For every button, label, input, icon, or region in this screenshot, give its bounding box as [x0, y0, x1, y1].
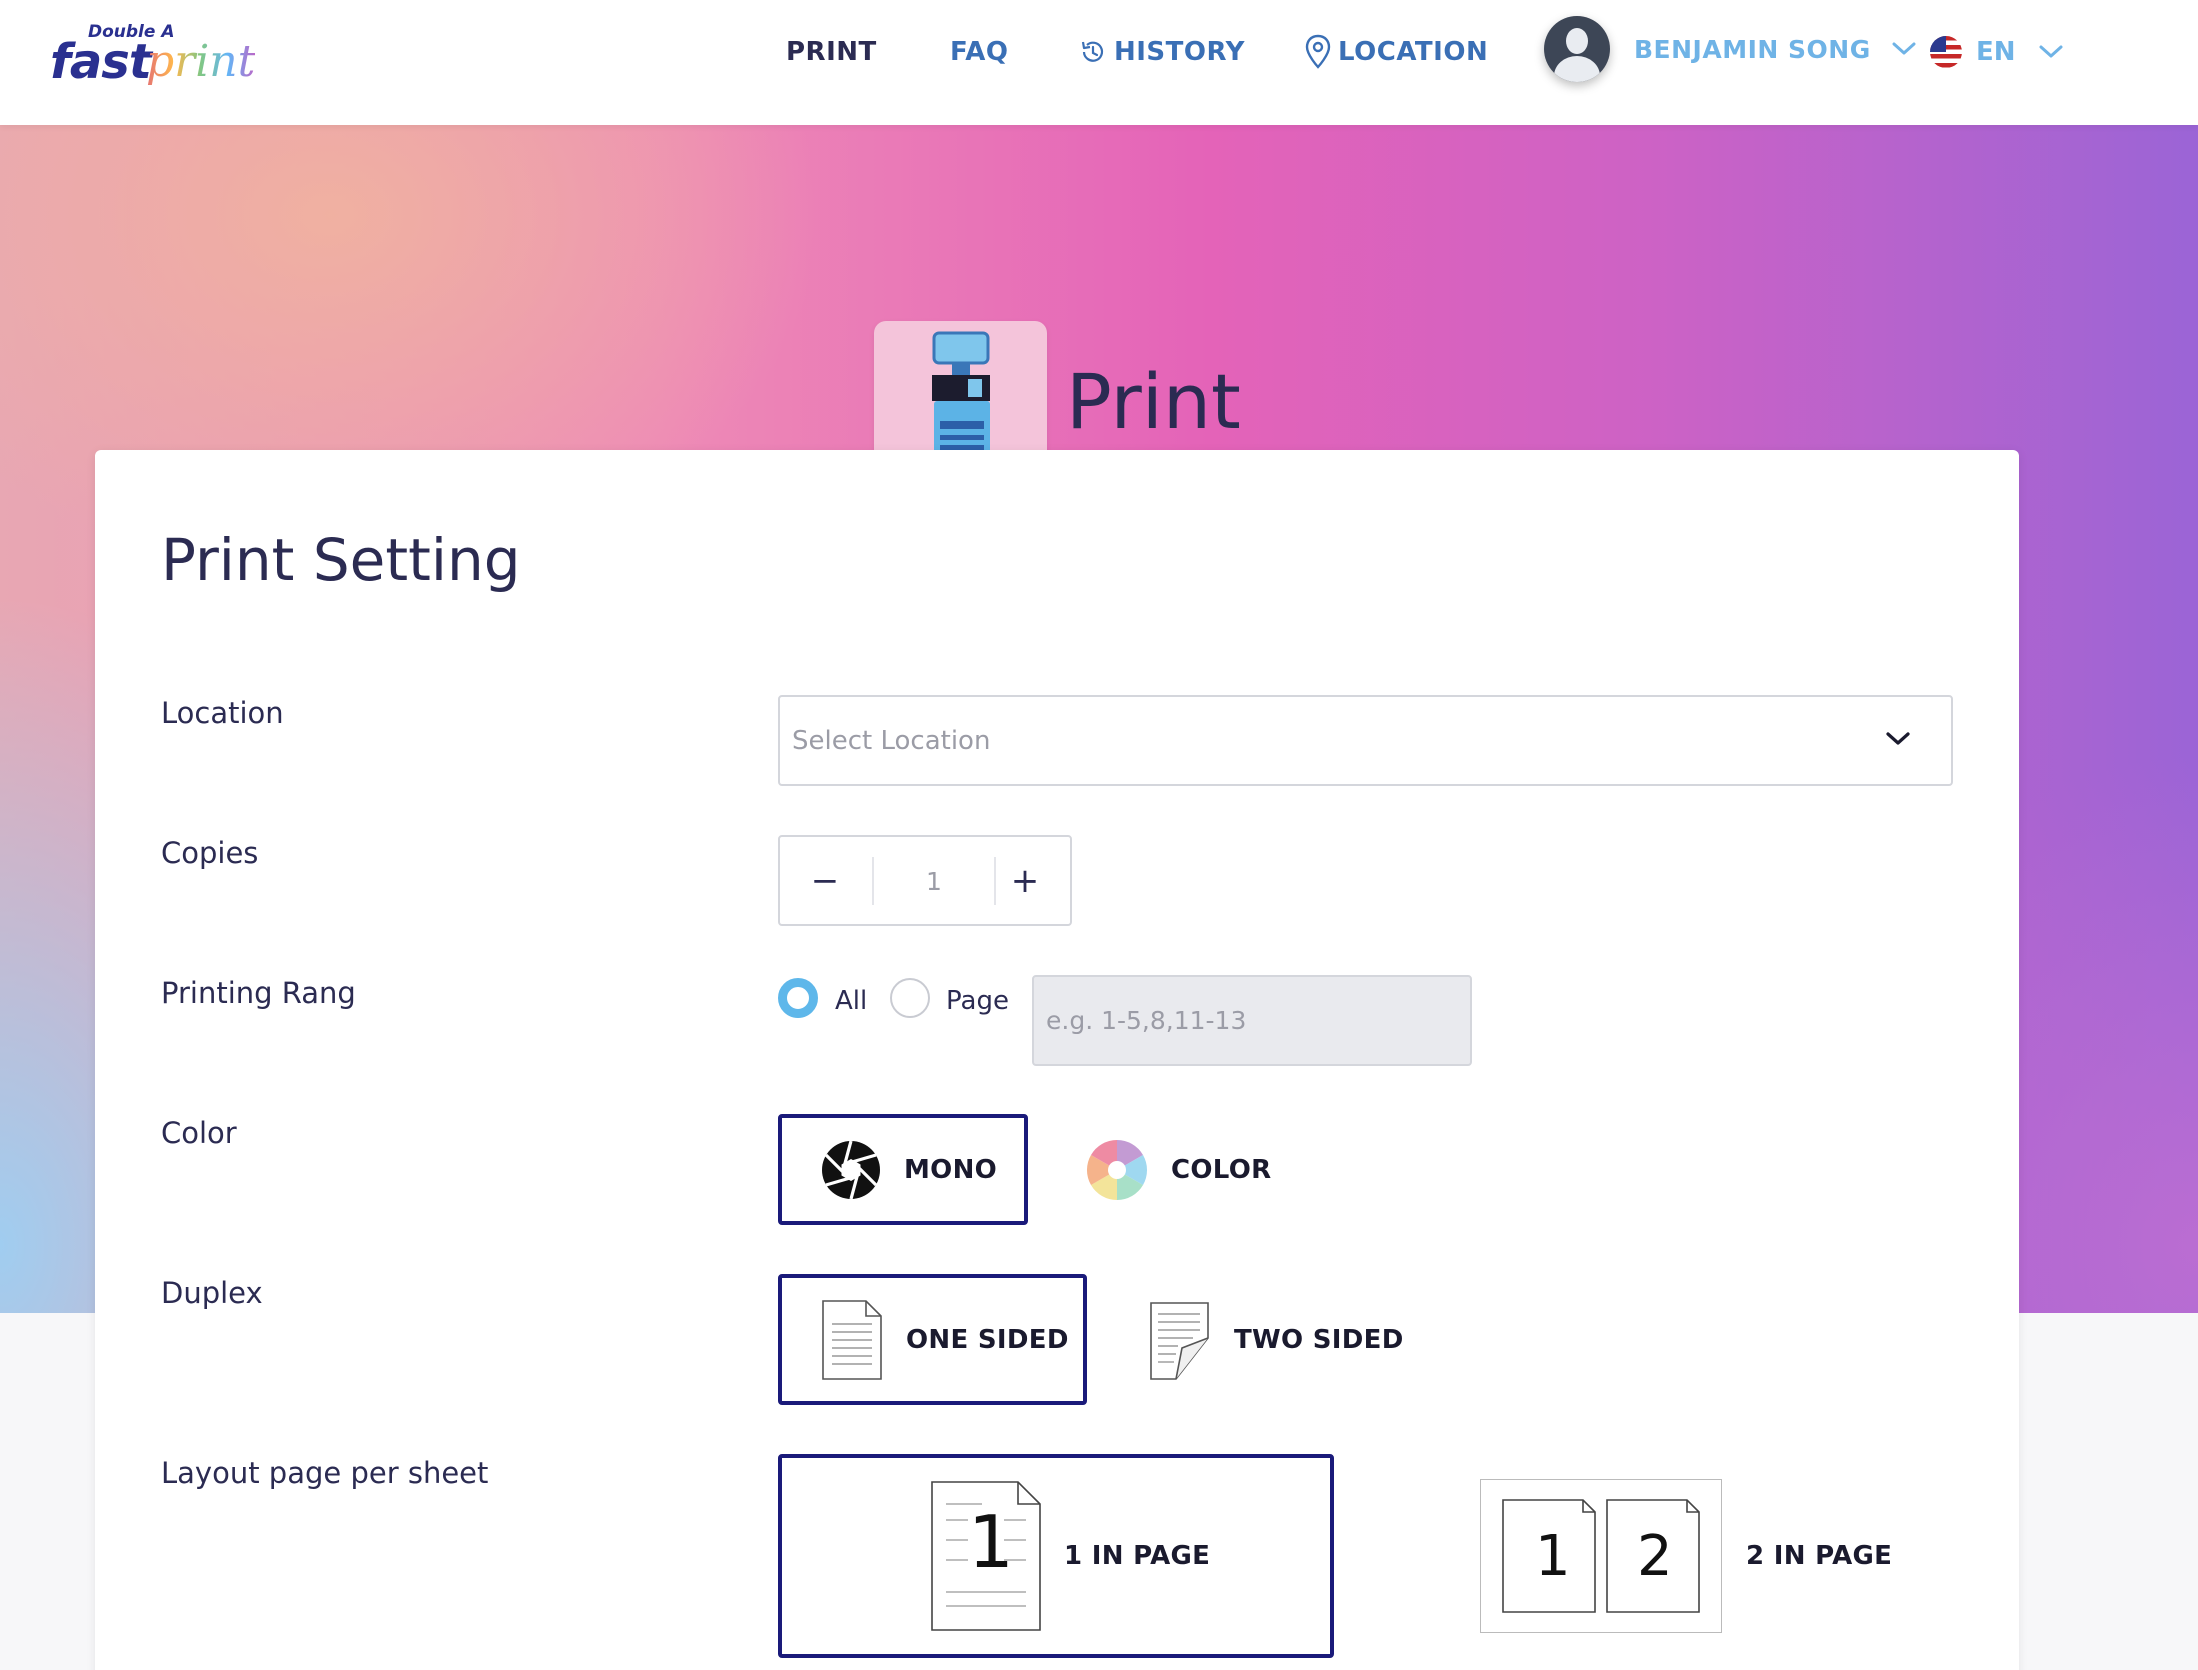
- nav-location-link[interactable]: LOCATION: [1304, 34, 1488, 70]
- language-selector[interactable]: EN: [1930, 34, 2064, 70]
- copies-value[interactable]: 1: [872, 857, 996, 905]
- avatar: [1544, 16, 1610, 82]
- two-up-layout-icon: 1 2: [1480, 1479, 1722, 1633]
- folded-page-icon: [1150, 1301, 1209, 1380]
- page-title: Print: [1066, 357, 1241, 446]
- layout-label: Layout page per sheet: [161, 1456, 489, 1490]
- page-range-placeholder: e.g. 1-5,8,11-13: [1046, 1006, 1247, 1035]
- user-name: BENJAMIN SONG: [1634, 34, 1871, 64]
- mono-label: MONO: [904, 1154, 998, 1185]
- range-all-label[interactable]: All: [835, 986, 867, 1016]
- map-pin-icon: [1305, 34, 1331, 69]
- logo-print: print: [146, 36, 256, 87]
- chevron-down-icon: [1892, 42, 1916, 55]
- range-page-radio[interactable]: [890, 978, 930, 1018]
- color-option-label: COLOR: [1171, 1154, 1272, 1185]
- one-up-digit: 1: [968, 1500, 1014, 1584]
- color-option[interactable]: COLOR: [1085, 1114, 1305, 1225]
- print-setting-card: Print Setting Location Select Location C…: [95, 450, 2019, 1670]
- one-in-page-label: 1 IN PAGE: [1064, 1541, 1211, 1571]
- aperture-icon: [822, 1140, 880, 1199]
- color-wheel-icon: [1086, 1139, 1148, 1200]
- two-up-digit-2: 2: [1637, 1524, 1673, 1589]
- fastprint-logo[interactable]: Double A fast print: [50, 22, 255, 90]
- two-sided-label: TWO SIDED: [1234, 1324, 1404, 1355]
- printing-range-label: Printing Rang: [161, 976, 356, 1010]
- copies-stepper: − 1 +: [778, 835, 1072, 926]
- top-navbar: Double A fast print PRINT FAQ HISTORY LO…: [0, 0, 2198, 125]
- two-in-page-option[interactable]: 1 2 2 IN PAGE: [1480, 1454, 1960, 1658]
- card-title: Print Setting: [161, 526, 521, 594]
- history-icon: [1081, 41, 1104, 62]
- nav-print-label: PRINT: [786, 37, 877, 67]
- increment-button[interactable]: +: [980, 837, 1070, 924]
- nav-faq-link[interactable]: FAQ: [950, 34, 1009, 70]
- duplex-label: Duplex: [161, 1276, 263, 1310]
- range-all-radio[interactable]: [778, 978, 818, 1018]
- one-sided-option[interactable]: ONE SIDED: [778, 1274, 1087, 1405]
- two-sided-option[interactable]: TWO SIDED: [1148, 1274, 1418, 1405]
- location-select[interactable]: Select Location: [778, 695, 1953, 786]
- one-in-page-option[interactable]: 1 1 IN PAGE: [778, 1454, 1334, 1658]
- mono-option[interactable]: MONO: [778, 1114, 1028, 1225]
- location-placeholder: Select Location: [792, 725, 991, 756]
- copies-label: Copies: [161, 836, 259, 870]
- page-range-input[interactable]: e.g. 1-5,8,11-13: [1032, 975, 1472, 1066]
- one-up-layout-icon: 1: [930, 1480, 1042, 1632]
- chevron-down-icon: [1886, 732, 1910, 745]
- location-label: Location: [161, 696, 284, 730]
- nav-print-link[interactable]: PRINT: [786, 34, 877, 70]
- one-sided-label: ONE SIDED: [906, 1324, 1069, 1355]
- color-label: Color: [161, 1116, 237, 1150]
- us-flag-icon: [1930, 36, 1962, 68]
- nav-faq-label: FAQ: [950, 37, 1009, 67]
- two-in-page-label: 2 IN PAGE: [1746, 1541, 1893, 1571]
- decrement-button[interactable]: −: [780, 837, 870, 924]
- two-up-digit-1: 1: [1535, 1524, 1571, 1589]
- user-menu[interactable]: BENJAMIN SONG: [1544, 16, 1917, 82]
- single-page-icon: [822, 1299, 882, 1380]
- nav-history-link[interactable]: HISTORY: [1078, 34, 1245, 70]
- logo-fast: fast: [50, 34, 152, 90]
- nav-location-label: LOCATION: [1338, 37, 1489, 67]
- chevron-down-icon: [2039, 45, 2063, 58]
- nav-history-label: HISTORY: [1114, 37, 1245, 67]
- language-code: EN: [1976, 37, 2016, 67]
- range-page-label[interactable]: Page: [946, 986, 1009, 1016]
